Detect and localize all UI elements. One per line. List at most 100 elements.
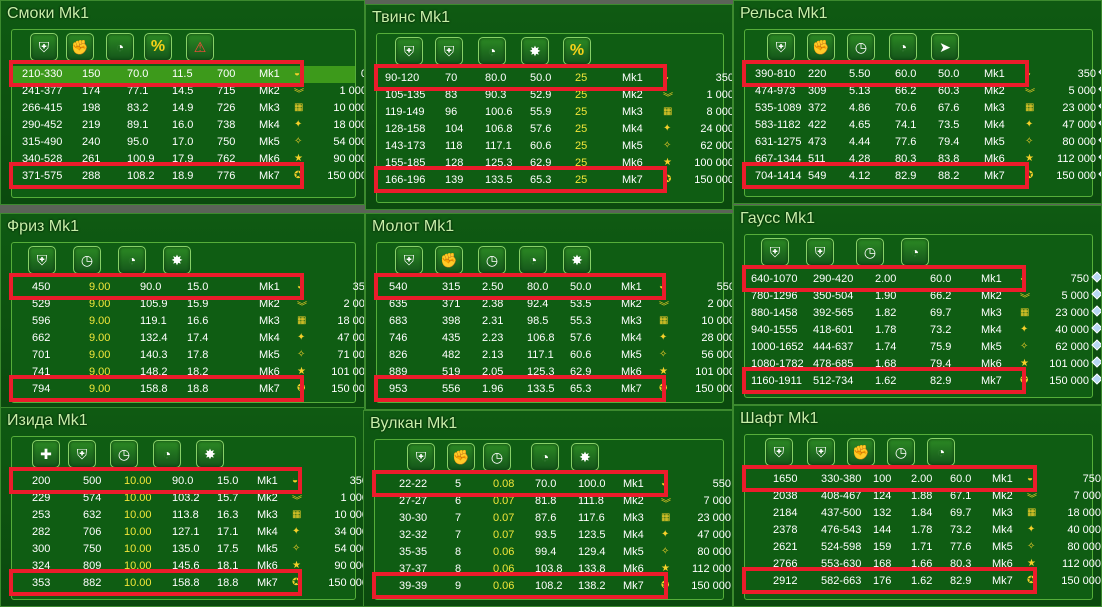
stat-value: 62.9 (530, 157, 552, 169)
stat-value: 9.00 (89, 298, 111, 310)
modification-label: Mk4 (621, 332, 642, 344)
stat-value: 953 (389, 383, 408, 395)
stats-table: ⛨ ✊ ◷ ◔ ✸ 540 315 2.50 80.0 50.0 Mk1 ◒ 550 635 371 2.38… (376, 242, 732, 403)
modification-label: Mk3 (992, 507, 1013, 519)
table-row[interactable]: 105-135 83 90.3 52.9 25 Mk2 ︾ 1 000 (377, 87, 732, 104)
stat-value: 1.84 (911, 507, 933, 519)
table-row[interactable]: 390-810 220 5.50 60.0 50.0 Mk1 ◒ 350 (745, 66, 1101, 83)
table-row[interactable]: 27-27 6 0.07 81.8 111.8 Mk2 ︾ 7 000 (375, 493, 731, 510)
crystal-icon (1098, 66, 1101, 78)
stat-value: 704-1414 (755, 170, 802, 182)
stat-value: 133.5 (485, 174, 513, 186)
table-row[interactable]: 2621 524-598 159 1.71 77.6 Mk5 ✧ 80 000 (745, 539, 1101, 556)
stat-value: 746 (389, 332, 408, 344)
modification-label: Mk1 (259, 68, 280, 80)
stat-value: 750 (217, 136, 236, 148)
table-row[interactable]: 540 315 2.50 80.0 50.0 Mk1 ◒ 550 (377, 279, 732, 296)
table-row[interactable]: 940-1555 418-601 1.78 73.2 Mk4 ✦ 40 000 (745, 322, 1101, 339)
table-row[interactable]: 2766 553-630 168 1.66 80.3 Mk6 ★ 112 000 (745, 556, 1101, 573)
table-row[interactable]: 780-1296 350-504 1.90 66.2 Mk2 ︾ 5 000 (745, 288, 1101, 305)
table-row[interactable]: 371-575 288 108.2 18.9 776 Mk7 ✪ 150 000 (12, 168, 364, 185)
table-row[interactable]: 300 750 10.00 135.0 17.5 Mk5 ✧ 54 000 (12, 541, 364, 558)
table-row[interactable]: 2038 408-467 124 1.88 67.1 Mk2 ︾ 7 000 (745, 488, 1101, 505)
stat-value: 70.0 (127, 68, 149, 80)
table-row[interactable]: 596 9.00 119.1 16.6 Mk3 ▦ 18 000 (12, 313, 364, 330)
table-row[interactable]: 2912 582-663 176 1.62 82.9 Mk7 ✪ 150 000 (745, 573, 1101, 590)
table-row[interactable]: 119-149 96 100.6 55.9 25 Mk3 ▦ 8 000 (377, 104, 732, 121)
stat-value: 261 (82, 153, 101, 165)
table-row[interactable]: 640-1070 290-420 2.00 60.0 Mk1 ◒ 750 (745, 271, 1101, 288)
table-row[interactable]: 35-35 8 0.06 99.4 129.4 Mk5 ✧ 80 000 (375, 544, 731, 561)
stat-value: 73.5 (938, 119, 960, 131)
stat-value: 5 (455, 478, 462, 490)
table-row[interactable]: 37-37 8 0.06 103.8 133.8 Mk6 ★ 112 000 (375, 561, 731, 578)
table-row[interactable]: 2184 437-500 132 1.84 69.7 Mk3 ▦ 18 000 (745, 505, 1101, 522)
table-row[interactable]: 535-1089 372 4.86 70.6 67.6 Mk3 ▦ 23 000 (745, 100, 1101, 117)
modification-label: Mk3 (257, 509, 278, 521)
table-row[interactable]: 701 9.00 140.3 17.8 Mk5 ✧ 71 000 (12, 347, 364, 364)
table-row[interactable]: 1650 330-380 100 2.00 60.0 Mk1 ◒ 750 (745, 471, 1101, 488)
stat-value: 2.50 (482, 281, 504, 293)
table-row[interactable]: 32-32 7 0.07 93.5 123.5 Mk4 ✦ 47 000 (375, 527, 731, 544)
table-row[interactable]: 889 519 2.05 125.3 62.9 Mk6 ★ 101 000 (377, 364, 732, 381)
price-value: 350 (1077, 68, 1096, 80)
modification-label: Mk4 (259, 332, 280, 344)
table-row[interactable]: 39-39 9 0.06 108.2 138.2 Mk7 ✪ 150 000 (375, 578, 731, 595)
table-row[interactable]: 635 371 2.38 92.4 53.5 Mk2 ︾ 2 000 (377, 296, 732, 313)
table-row[interactable]: 290-452 219 89.1 16.0 738 Mk4 ✦ 18 000 (12, 117, 364, 134)
modification-label: Mk4 (259, 119, 280, 131)
table-row[interactable]: 210-330 150 70.0 11.5 700 Mk1 ◒ 0 (12, 66, 364, 83)
table-row[interactable]: 166-196 139 133.5 65.3 25 Mk7 ✪ 150 000 (377, 172, 732, 189)
price-value: 7 000 (703, 495, 731, 507)
table-row[interactable]: 90-120 70 80.0 50.0 25 Mk1 ◒ 350 (377, 70, 732, 87)
table-row[interactable]: 741 9.00 148.2 18.2 Mk6 ★ 101 000 (12, 364, 364, 381)
table-row[interactable]: 30-30 7 0.07 87.6 117.6 Mk3 ▦ 23 000 (375, 510, 731, 527)
table-row[interactable]: 631-1275 473 4.44 77.6 79.4 Mk5 ✧ 80 000 (745, 134, 1101, 151)
stat-value: 87.6 (535, 512, 557, 524)
stat-value: 73.2 (930, 324, 952, 336)
table-row[interactable]: 794 9.00 158.8 18.8 Mk7 ✪ 150 000 (12, 381, 364, 398)
table-row[interactable]: 880-1458 392-565 1.82 69.7 Mk3 ▦ 23 000 (745, 305, 1101, 322)
table-row[interactable]: 22-22 5 0.08 70.0 100.0 Mk1 ◒ 550 (375, 476, 731, 493)
table-row[interactable]: 2378 476-543 144 1.78 73.2 Mk4 ✦ 40 000 (745, 522, 1101, 539)
table-row[interactable]: 241-377 174 77.1 14.5 715 Mk2 ︾ 1 000 (12, 83, 364, 100)
table-row[interactable]: 253 632 10.00 113.8 16.3 Mk3 ▦ 10 000 (12, 507, 364, 524)
table-row[interactable]: 143-173 118 117.1 60.6 25 Mk5 ✧ 62 000 (377, 138, 732, 155)
power-icon: ✊ (447, 443, 475, 471)
table-row[interactable]: 953 556 1.96 133.5 65.3 Mk7 ✪ 150 000 (377, 381, 732, 398)
table-row[interactable]: 826 482 2.13 117.1 60.6 Mk5 ✧ 56 000 (377, 347, 732, 364)
stat-value: 103.8 (535, 563, 563, 575)
table-row[interactable]: 282 706 10.00 127.1 17.1 Mk4 ✦ 34 000 (12, 524, 364, 541)
table-row[interactable]: 1160-1911 512-734 1.62 82.9 Mk7 ✪ 150 000 (745, 373, 1101, 390)
table-row[interactable]: 353 882 10.00 158.8 18.8 Mk7 ✪ 150 000 (12, 575, 364, 592)
table-row[interactable]: 1000-1652 444-637 1.74 75.9 Mk5 ✧ 62 000 (745, 339, 1101, 356)
table-row[interactable]: 667-1344 511 4.28 80.3 83.8 Mk6 ★ 112 000 (745, 151, 1101, 168)
table-row[interactable]: 1080-1782 478-685 1.68 79.4 Mk6 ★ 101 000 (745, 356, 1101, 373)
table-row[interactable]: 315-490 240 95.0 17.0 750 Mk5 ✧ 54 000 (12, 134, 364, 151)
table-row[interactable]: 529 9.00 105.9 15.9 Mk2 ︾ 2 000 (12, 296, 364, 313)
stat-value: 553-630 (821, 558, 862, 570)
table-row[interactable]: 704-1414 549 4.12 82.9 88.2 Mk7 ✪ 150 000 (745, 168, 1101, 185)
table-row[interactable]: 155-185 128 125.3 62.9 25 Mk6 ★ 100 000 (377, 155, 732, 172)
stat-value: 60.6 (530, 140, 552, 152)
stat-value: 726 (217, 102, 236, 114)
stat-value: 100.6 (485, 106, 513, 118)
table-row[interactable]: 200 500 10.00 90.0 15.0 Mk1 ◒ 350 (12, 473, 364, 490)
modification-label: Mk7 (259, 383, 280, 395)
table-row[interactable]: 450 9.00 90.0 15.0 Mk1 ◒ 350 (12, 279, 364, 296)
rank-icon: ◒ (659, 281, 666, 292)
table-row[interactable]: 474-973 309 5.13 66.2 60.3 Mk2 ︾ 5 000 (745, 83, 1101, 100)
table-row[interactable]: 746 435 2.23 106.8 57.6 Mk4 ✦ 28 000 (377, 330, 732, 347)
table-row[interactable]: 340-528 261 100.9 17.9 762 Mk6 ★ 90 000 (12, 151, 364, 168)
table-row[interactable]: 662 9.00 132.4 17.4 Mk4 ✦ 47 000 (12, 330, 364, 347)
table-row[interactable]: 324 809 10.00 145.6 18.1 Mk6 ★ 90 000 (12, 558, 364, 575)
table-row[interactable]: 128-158 104 106.8 57.6 25 Mk4 ✦ 24 000 (377, 121, 732, 138)
table-row[interactable]: 266-415 198 83.2 14.9 726 Mk3 ▦ 10 000 (12, 100, 364, 117)
crystal-icon (1091, 271, 1101, 283)
reload-icon: ◷ (856, 238, 884, 266)
stat-value: 145.6 (172, 560, 200, 572)
table-row[interactable]: 229 574 10.00 103.2 15.7 Mk2 ︾ 1 000 (12, 490, 364, 507)
stat-value: 309 (808, 85, 827, 97)
table-row[interactable]: 583-1182 422 4.65 74.1 73.5 Mk4 ✦ 47 000 (745, 117, 1101, 134)
table-row[interactable]: 683 398 2.31 98.5 55.3 Mk3 ▦ 10 000 (377, 313, 732, 330)
